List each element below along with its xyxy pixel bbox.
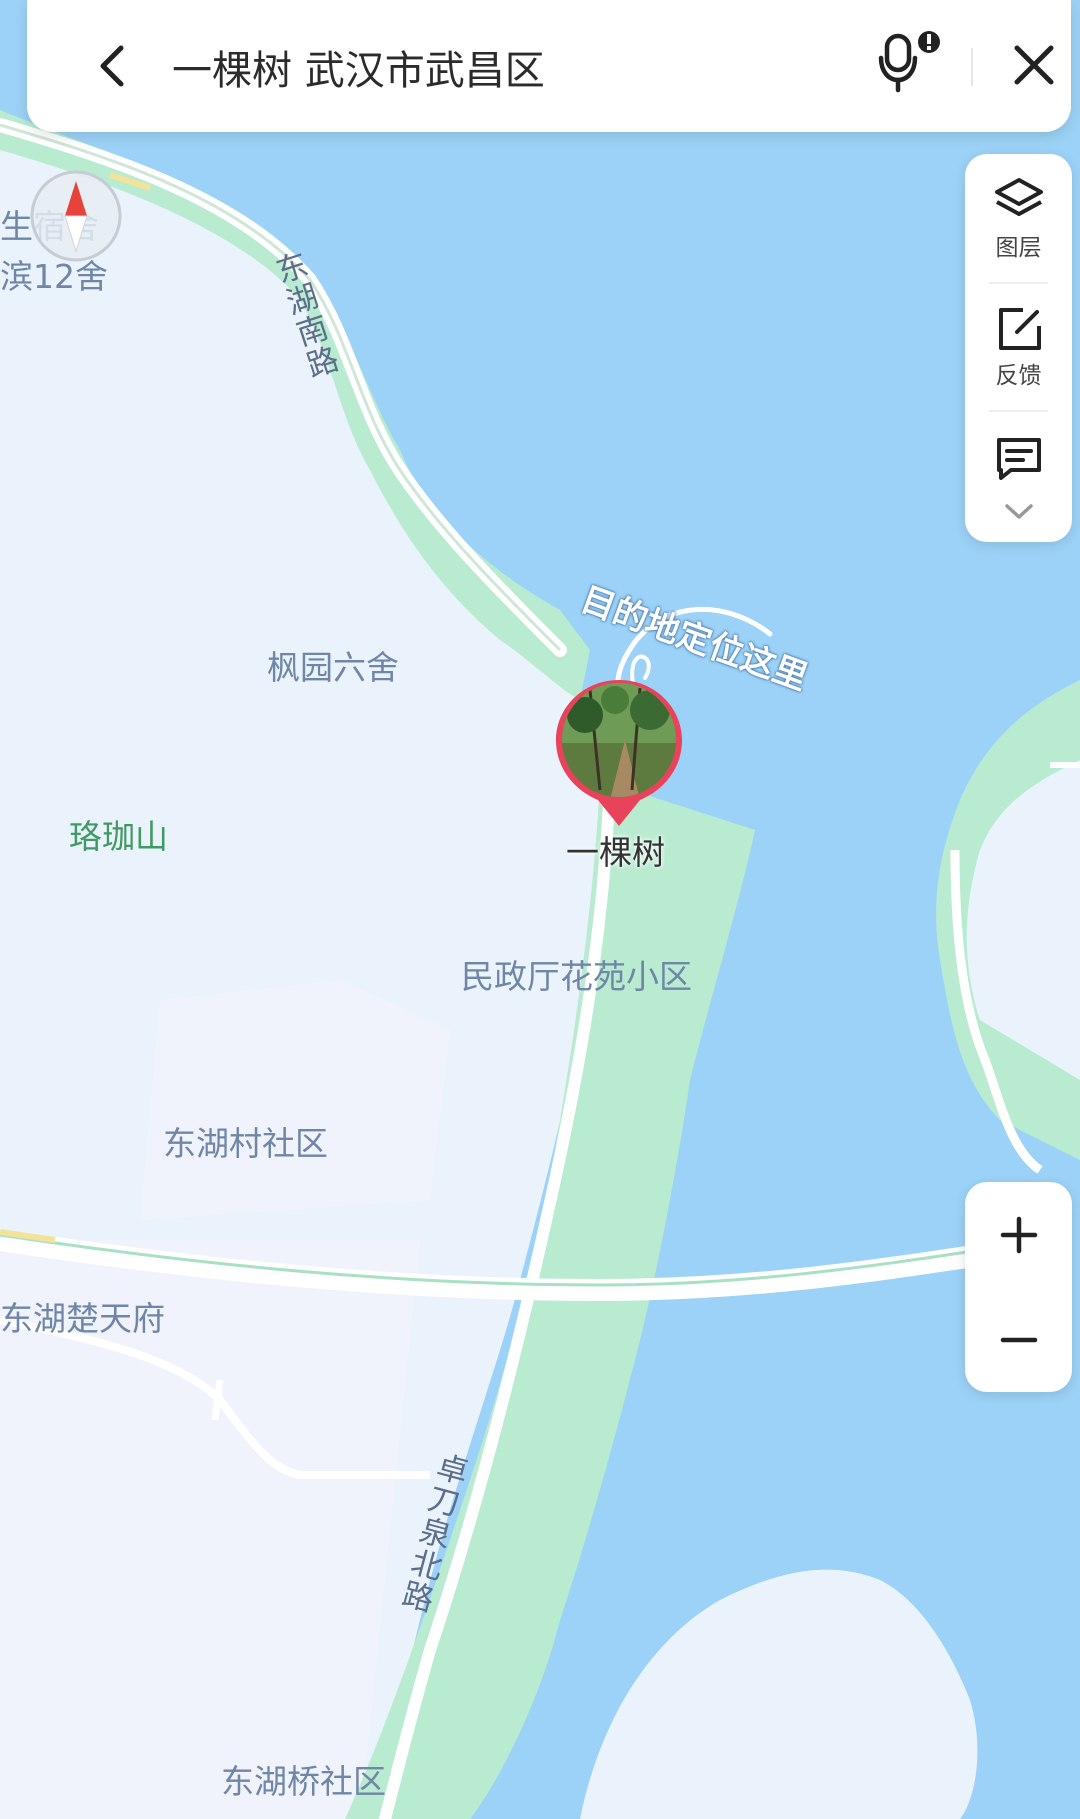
poi-chutianfu-label[interactable]: 东湖楚天府: [0, 1292, 165, 1340]
destination-label[interactable]: 一棵树: [566, 826, 665, 874]
tool-separator: [989, 282, 1048, 284]
feedback-edit-icon: [998, 308, 1041, 350]
poi-donghuqiao-label[interactable]: 东湖桥社区: [221, 1755, 386, 1803]
layers-label: 图层: [995, 235, 1042, 261]
tool-separator: [989, 410, 1048, 412]
poi-fengyuan-label[interactable]: 枫园六舍: [267, 641, 399, 689]
zoom-controls: [965, 1182, 1072, 1392]
back-arrow-icon: [100, 45, 124, 87]
feedback-button[interactable]: 反馈: [965, 304, 1072, 390]
road-local-2: [211, 1379, 224, 1421]
layers-button[interactable]: 图层: [965, 176, 1072, 262]
destination-marker[interactable]: [556, 680, 682, 828]
zoom-in-button[interactable]: [965, 1182, 1072, 1287]
compass-button[interactable]: [29, 169, 123, 263]
plus-icon: [1000, 1216, 1037, 1253]
layers-icon: [994, 178, 1043, 216]
message-button[interactable]: [965, 434, 1072, 482]
map-tool-panel: 图层 反馈: [965, 154, 1072, 542]
message-icon: [996, 438, 1041, 480]
poi-donghucun-label[interactable]: 东湖村社区: [163, 1117, 328, 1165]
expand-tools-button[interactable]: [965, 502, 1072, 522]
close-search-button[interactable]: [1009, 40, 1059, 90]
search-query[interactable]: 一棵树 武汉市武昌区: [172, 38, 545, 96]
search-divider: [971, 48, 973, 86]
minus-icon: [1000, 1337, 1037, 1342]
map-canvas[interactable]: [0, 0, 1080, 1819]
search-bar: 一棵树 武汉市武昌区: [27, 0, 1071, 132]
compass-icon: [30, 170, 122, 262]
poi-minzheng-label[interactable]: 民政厅花苑小区: [461, 950, 692, 998]
feedback-label: 反馈: [995, 363, 1042, 389]
microphone-icon: [878, 31, 940, 93]
back-button[interactable]: [87, 40, 139, 92]
zoom-out-button[interactable]: [965, 1287, 1072, 1392]
poi-luojiashan-label[interactable]: 珞珈山: [69, 810, 168, 858]
chevron-down-icon: [1004, 504, 1033, 519]
voice-search-button[interactable]: [875, 28, 945, 94]
close-icon: [1014, 45, 1054, 85]
